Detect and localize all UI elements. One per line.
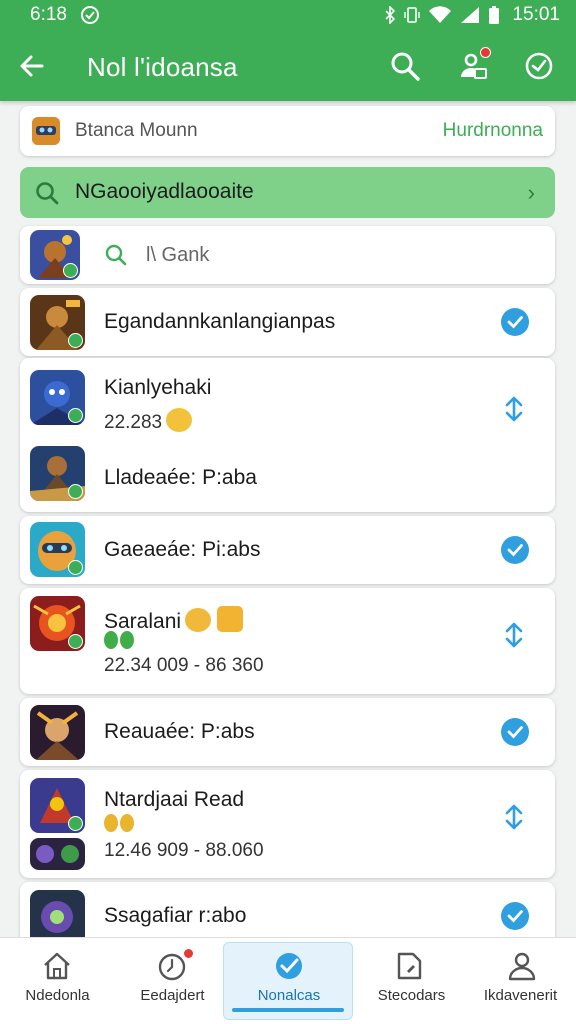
list-item[interactable]: Ntardjaai Read 12.46 909 - 88.060 — [20, 770, 555, 878]
nav-label: Ndedonla — [25, 987, 90, 1004]
vibrate-icon — [404, 7, 421, 23]
clock-check-icon[interactable] — [522, 49, 556, 83]
nav-item-history[interactable]: Eedajdert — [115, 938, 230, 1024]
nav-item-profile[interactable]: Ikdavenerit — [465, 938, 576, 1024]
gem-icons — [104, 631, 134, 649]
game-thumbnail — [30, 838, 85, 870]
status-bar: 6:18 15:01 — [0, 0, 576, 32]
game-name: Kianlyehaki — [104, 376, 212, 399]
nav-label: Stecodars — [377, 987, 446, 1004]
sync-status-icon — [81, 6, 99, 24]
game-thumbnail — [30, 446, 85, 501]
check-icon — [276, 953, 302, 979]
search-icon — [36, 182, 59, 205]
account-card[interactable]: Btanca Mounn Hurdrnonna — [20, 106, 555, 156]
game-thumbnail — [30, 230, 80, 280]
nav-item-home[interactable]: Ndedonla — [0, 938, 115, 1024]
game-name: Gaeaeáe: Pi:abs — [104, 538, 261, 561]
game-meta-value: 22.283 — [104, 412, 163, 433]
game-meta: 22.283 — [104, 408, 193, 434]
coin-icon — [120, 814, 134, 832]
verified-icon — [68, 333, 83, 348]
toolbar: Nol l'idoansa — [0, 32, 576, 101]
verified-icon — [68, 484, 83, 499]
checked-icon[interactable] — [501, 536, 529, 564]
game-name: Saralani — [104, 606, 244, 634]
user-upload-button[interactable] — [456, 47, 491, 83]
nav-label: Ikdavenerit — [483, 987, 558, 1004]
filter-card — [20, 226, 555, 284]
battery-icon — [489, 6, 500, 24]
home-icon — [44, 952, 70, 980]
list-item[interactable]: Egandannkanlangianpas — [20, 288, 555, 356]
status-time: 6:18 — [30, 4, 67, 25]
nav-item-files[interactable]: Stecodars — [353, 938, 470, 1024]
game-thumbnail — [30, 596, 85, 651]
checked-icon[interactable] — [501, 718, 529, 746]
face-emoji-icon — [166, 408, 193, 432]
game-thumbnail — [30, 705, 85, 760]
account-name: Btanca Mounn — [75, 120, 198, 141]
active-indicator — [232, 1008, 344, 1012]
game-name: Egandannkanlangianpas — [104, 310, 336, 333]
status-indicators: 15:01 — [384, 4, 560, 26]
coin-icon — [104, 814, 118, 832]
bottom-navigation: Ndedonla Eedajdert Nonalcas Stecodars Ik… — [0, 937, 576, 1024]
sync-icon[interactable] — [503, 396, 525, 422]
sync-icon[interactable] — [503, 804, 525, 830]
lock-emoji-icon — [217, 606, 244, 632]
gem-icon — [120, 631, 134, 649]
checked-icon[interactable] — [501, 308, 529, 336]
game-name: Ntardjaai Read — [104, 788, 245, 811]
filter-input[interactable] — [146, 238, 526, 272]
account-action-link[interactable]: Hurdrnonna — [443, 120, 543, 142]
list-item[interactable]: Reauaée: P:abs — [20, 698, 555, 766]
search-banner-label: NGaooiyadlaooaite — [75, 180, 254, 203]
verified-icon — [68, 816, 83, 831]
gem-icon — [104, 631, 118, 649]
bluetooth-icon — [385, 6, 396, 24]
folder-icon — [397, 952, 422, 980]
game-name-text: Saralani — [104, 610, 182, 633]
account-avatar — [32, 117, 60, 145]
bear-emoji-icon — [185, 608, 212, 632]
coin-icons — [104, 814, 134, 832]
nav-item-active[interactable]: Nonalcas — [223, 942, 353, 1020]
wifi-icon — [429, 6, 452, 23]
page-title: Nol l'idoansa — [87, 52, 238, 82]
nav-label: Eedajdert — [140, 987, 205, 1004]
game-name: Lladeaée: P:aba — [104, 466, 257, 489]
search-banner[interactable]: NGaooiyadlaooaite › — [20, 167, 555, 218]
status-clock: 15:01 — [512, 4, 560, 25]
verified-icon — [68, 560, 83, 575]
app-header: 6:18 15:01 Nol l'idoansa — [0, 0, 576, 101]
game-thumbnail — [30, 778, 85, 833]
list-item[interactable]: Gaeaeáe: Pi:abs — [20, 516, 555, 584]
checked-icon[interactable] — [501, 902, 529, 930]
game-name: Reauaée: P:abs — [104, 720, 255, 743]
game-meta: 22.34 009 - 86 360 — [104, 655, 264, 676]
back-arrow-icon[interactable] — [16, 50, 48, 82]
game-thumbnail — [30, 522, 85, 577]
verified-icon — [68, 408, 83, 423]
sync-icon[interactable] — [503, 622, 525, 648]
nav-label: Nonalcas — [257, 987, 321, 1004]
game-thumbnail — [30, 370, 85, 425]
search-icon[interactable] — [388, 49, 422, 83]
person-icon — [508, 952, 536, 981]
signal-icon — [461, 7, 480, 23]
search-icon — [105, 244, 127, 266]
game-name: Ssagafiar r:abo — [104, 904, 247, 927]
verified-icon — [63, 263, 78, 278]
chevron-right-icon: › — [527, 180, 535, 205]
game-thumbnail — [30, 295, 85, 350]
list-item[interactable]: Saralani 22.34 009 - 86 360 — [20, 588, 555, 694]
list-item[interactable]: Kianlyehaki 22.283 Lladeaée: P:aba — [20, 358, 555, 512]
notification-badge — [183, 948, 194, 959]
game-meta: 12.46 909 - 88.060 — [104, 840, 264, 861]
verified-icon — [68, 634, 83, 649]
notification-badge — [480, 47, 491, 58]
